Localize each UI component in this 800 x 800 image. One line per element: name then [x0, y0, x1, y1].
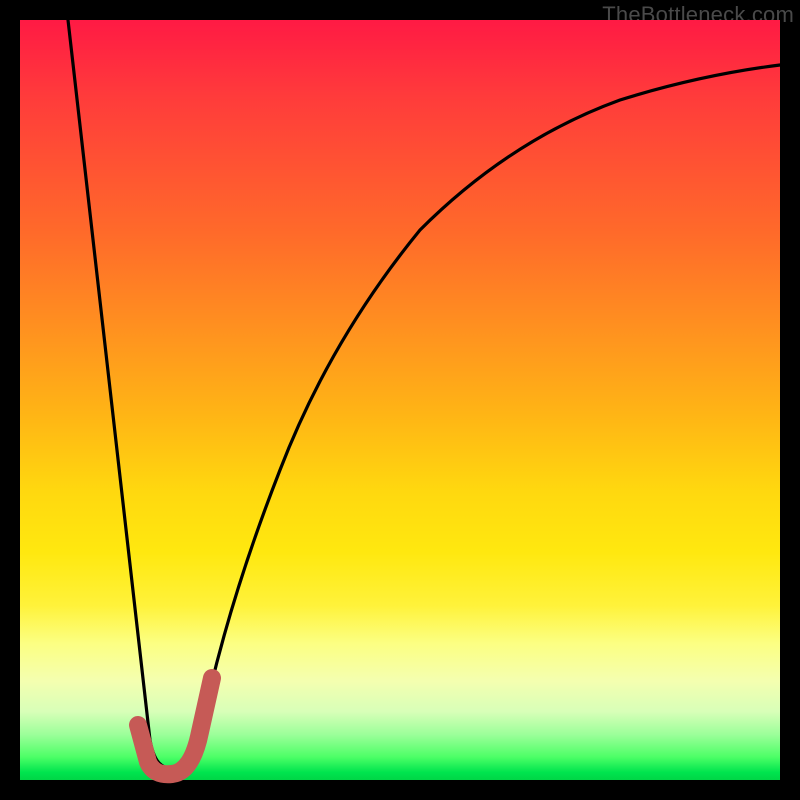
curve-layer — [20, 20, 780, 780]
plot-area — [20, 20, 780, 780]
bottleneck-curve — [68, 20, 780, 768]
chart-frame: TheBottleneck.com — [0, 0, 800, 800]
